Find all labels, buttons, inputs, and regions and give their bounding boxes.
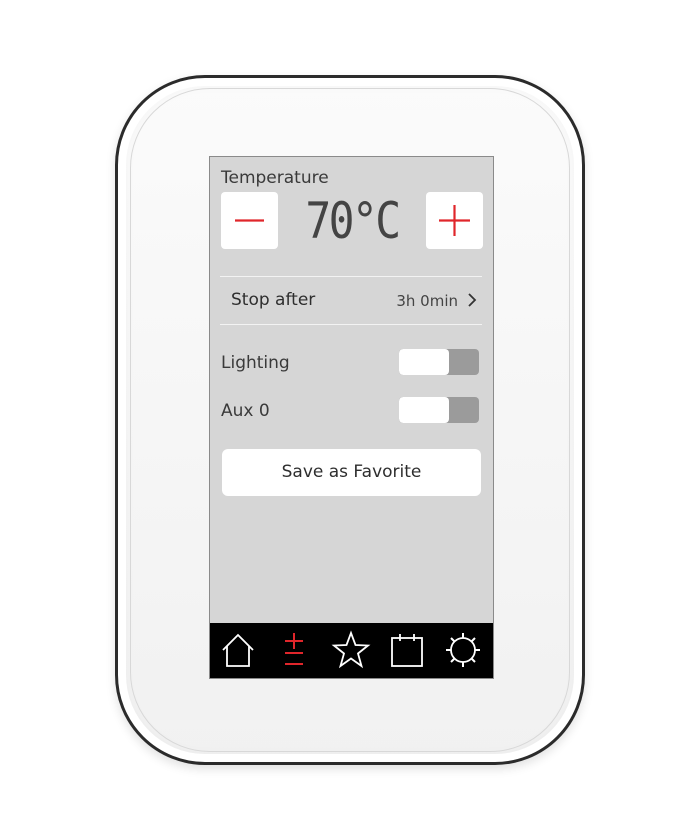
touch-screen: Temperature 70°C Stop after 3h 0min Ligh… <box>209 156 494 679</box>
star-icon <box>331 630 371 669</box>
aux-0-label: Aux 0 <box>221 401 270 421</box>
toggle-knob <box>399 397 449 423</box>
stop-after-row[interactable]: Stop after 3h 0min <box>220 277 482 324</box>
minus-icon <box>235 219 264 222</box>
lighting-label: Lighting <box>221 353 290 373</box>
temperature-label: Temperature <box>221 168 329 188</box>
stop-after-value: 3h 0min <box>396 292 458 310</box>
lighting-row: Lighting <box>221 349 483 379</box>
bottom-nav-bar <box>210 623 493 678</box>
toggle-knob <box>399 349 449 375</box>
home-icon <box>222 633 254 667</box>
nav-settings[interactable] <box>443 629 483 671</box>
increase-temperature-button[interactable] <box>426 192 483 249</box>
nav-schedule[interactable] <box>387 629 427 671</box>
calendar-icon <box>391 634 423 667</box>
aux-0-toggle[interactable] <box>399 397 479 423</box>
aux-0-row: Aux 0 <box>221 397 483 427</box>
nav-favorites[interactable] <box>331 629 371 671</box>
chevron-right-icon <box>468 293 477 307</box>
decrease-temperature-button[interactable] <box>221 192 278 249</box>
plus-icon <box>439 205 470 236</box>
gear-icon <box>446 633 480 667</box>
temperature-value: 70°C <box>305 192 401 250</box>
plus-minus-icon <box>285 633 303 665</box>
stop-after-label: Stop after <box>231 290 316 310</box>
divider <box>220 324 482 325</box>
save-favorite-button[interactable]: Save as Favorite <box>222 449 481 496</box>
nav-home[interactable] <box>218 629 258 671</box>
lighting-toggle[interactable] <box>399 349 479 375</box>
nav-manual-control[interactable] <box>274 629 314 671</box>
